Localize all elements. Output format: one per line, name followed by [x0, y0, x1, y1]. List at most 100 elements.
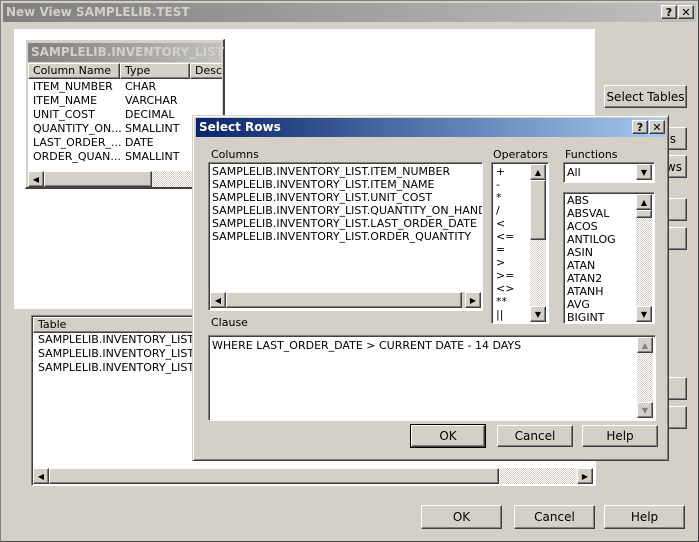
column-header-description[interactable]: Descr — [190, 63, 222, 79]
select-rows-close-button[interactable]: ✕ — [649, 120, 665, 134]
list-item[interactable]: / — [496, 204, 514, 217]
list-item[interactable]: SAMPLELIB.INVENTORY_LIST.LAST_ORDER_DATE — [212, 217, 482, 230]
clause-text: WHERE LAST_ORDER_DATE > CURRENT DATE - 1… — [212, 339, 522, 352]
list-item[interactable]: AVG — [567, 298, 616, 311]
clause-textarea[interactable]: WHERE LAST_ORDER_DATE > CURRENT DATE - 1… — [208, 335, 656, 421]
list-item[interactable]: < — [496, 217, 514, 230]
main-close-button[interactable]: ✕ — [678, 5, 694, 19]
scroll-thumb[interactable] — [530, 180, 546, 240]
main-ok-button[interactable]: OK — [421, 505, 502, 529]
select-rows-title-bar: Select Rows ? ✕ — [196, 118, 666, 137]
scroll-right-arrow-icon[interactable]: ▶ — [577, 468, 593, 484]
table-list-h-scrollbar[interactable]: ◀ ▶ — [33, 468, 593, 484]
operators-items: + - * / < <= = > >= <> ** || — [496, 165, 514, 321]
list-item[interactable]: ABSVAL — [567, 207, 616, 220]
main-window-title: New View SAMPLELIB.TEST — [6, 5, 190, 19]
list-item[interactable]: + — [496, 165, 514, 178]
close-icon: ✕ — [681, 5, 691, 19]
chevron-down-icon[interactable]: ▼ — [636, 164, 652, 180]
functions-filter-select[interactable]: All ▼ — [563, 162, 655, 183]
list-item[interactable]: ANTILOG — [567, 233, 616, 246]
functions-list[interactable]: ABS ABSVAL ACOS ANTILOG ASIN ATAN ATAN2 … — [563, 192, 655, 324]
select-rows-help-action-button[interactable]: Help — [582, 425, 658, 447]
help-icon: ? — [636, 120, 644, 134]
list-item[interactable]: SAMPLELIB.INVENTORY_LIST — [38, 361, 194, 375]
select-tables-button[interactable]: Select Tables — [604, 85, 687, 108]
clause-label: Clause — [211, 316, 248, 329]
scroll-track[interactable] — [530, 240, 546, 306]
column-header-type[interactable]: Type — [120, 63, 190, 79]
scroll-right-arrow-icon[interactable]: ▶ — [465, 292, 481, 308]
list-item[interactable]: LAST_ORDER_... DATE — [33, 136, 179, 150]
list-item[interactable]: ACOS — [567, 220, 616, 233]
scroll-thumb[interactable] — [636, 210, 652, 218]
scroll-up-arrow-icon[interactable]: ▲ — [637, 337, 653, 353]
scroll-up-arrow-icon[interactable]: ▲ — [636, 194, 652, 210]
list-item[interactable]: <= — [496, 230, 514, 243]
scroll-down-arrow-icon[interactable]: ▼ — [636, 306, 652, 322]
list-item[interactable]: * — [496, 191, 514, 204]
close-icon: ✕ — [652, 120, 662, 134]
list-item[interactable]: ITEM_NAME VARCHAR — [33, 94, 179, 108]
list-item[interactable]: || — [496, 308, 514, 321]
functions-label: Functions — [565, 148, 618, 161]
scroll-left-arrow-icon[interactable]: ◀ — [28, 171, 44, 187]
functions-items: ABS ABSVAL ACOS ANTILOG ASIN ATAN ATAN2 … — [567, 194, 616, 323]
list-item[interactable]: ATANH — [567, 285, 616, 298]
column-header-name[interactable]: Column Name — [28, 63, 120, 79]
columns-items: SAMPLELIB.INVENTORY_LIST.ITEM_NUMBER SAM… — [212, 165, 482, 243]
select-rows-title: Select Rows — [199, 120, 281, 134]
scroll-track[interactable] — [636, 218, 652, 306]
table-card-title: SAMPLELIB.INVENTORY_LIST — [31, 45, 224, 59]
list-item[interactable]: BIGINT — [567, 311, 616, 323]
list-item[interactable]: ORDER_QUAN... SMALLINT — [33, 150, 179, 164]
operators-v-scrollbar[interactable]: ▲ ▼ — [530, 164, 546, 322]
main-help-button[interactable]: ? — [661, 5, 677, 19]
list-item[interactable]: ATAN2 — [567, 272, 616, 285]
list-item[interactable]: SAMPLELIB.INVENTORY_LIST.UNIT_COST — [212, 191, 482, 204]
list-item[interactable]: SAMPLELIB.INVENTORY_LIST.QUANTITY_ON_HAN… — [212, 204, 482, 217]
list-item[interactable]: SAMPLELIB.INVENTORY_LIST.ITEM_NUMBER — [212, 165, 482, 178]
list-item[interactable]: QUANTITY_ON... SMALLINT — [33, 122, 179, 136]
columns-h-scrollbar[interactable]: ◀ ▶ — [210, 292, 481, 308]
clause-v-scrollbar[interactable]: ▲ ▼ — [637, 337, 653, 418]
list-item[interactable]: SAMPLELIB.INVENTORY_LIST.ITEM_NAME — [212, 178, 482, 191]
select-rows-ok-button[interactable]: OK — [410, 424, 486, 448]
scroll-track[interactable] — [499, 468, 577, 484]
list-item[interactable]: = — [496, 243, 514, 256]
list-item[interactable]: UNIT_COST DECIMAL — [33, 108, 179, 122]
scroll-track[interactable] — [637, 353, 653, 402]
columns-list[interactable]: SAMPLELIB.INVENTORY_LIST.ITEM_NUMBER SAM… — [208, 162, 483, 311]
columns-label: Columns — [211, 148, 259, 161]
list-item[interactable]: - — [496, 178, 514, 191]
scroll-thumb[interactable] — [226, 292, 462, 308]
scroll-left-arrow-icon[interactable]: ◀ — [33, 468, 49, 484]
list-item[interactable]: ASIN — [567, 246, 616, 259]
main-title-bar: New View SAMPLELIB.TEST ? ✕ — [3, 3, 696, 22]
list-item[interactable]: SAMPLELIB.INVENTORY_LIST — [38, 347, 194, 361]
list-item[interactable]: ABS — [567, 194, 616, 207]
list-item[interactable]: SAMPLELIB.INVENTORY_LIST — [38, 333, 194, 347]
main-help-action-button[interactable]: Help — [604, 505, 685, 529]
list-item[interactable]: SAMPLELIB.INVENTORY_LIST.ORDER_QUANTITY — [212, 230, 482, 243]
list-item[interactable]: ITEM_NUMBER CHAR — [33, 80, 179, 94]
list-item[interactable]: >= — [496, 269, 514, 282]
functions-v-scrollbar[interactable]: ▲ ▼ — [636, 194, 652, 322]
list-item[interactable]: ** — [496, 295, 514, 308]
table-list-rows: SAMPLELIB.INVENTORY_LIST SAMPLELIB.INVEN… — [38, 333, 194, 375]
select-rows-help-button[interactable]: ? — [632, 120, 648, 134]
help-icon: ? — [665, 5, 673, 19]
scroll-up-arrow-icon[interactable]: ▲ — [530, 164, 546, 180]
list-item[interactable]: > — [496, 256, 514, 269]
list-item[interactable]: <> — [496, 282, 514, 295]
table-card-title-bar[interactable]: SAMPLELIB.INVENTORY_LIST — [28, 43, 224, 62]
scroll-down-arrow-icon[interactable]: ▼ — [530, 306, 546, 322]
scroll-thumb[interactable] — [49, 468, 499, 484]
operators-list[interactable]: + - * / < <= = > >= <> ** || ▲ ▼ — [491, 162, 549, 324]
select-rows-cancel-button[interactable]: Cancel — [497, 425, 573, 447]
scroll-thumb[interactable] — [44, 171, 152, 187]
scroll-down-arrow-icon[interactable]: ▼ — [637, 402, 653, 418]
scroll-left-arrow-icon[interactable]: ◀ — [210, 292, 226, 308]
main-cancel-button[interactable]: Cancel — [514, 505, 595, 529]
list-item[interactable]: ATAN — [567, 259, 616, 272]
